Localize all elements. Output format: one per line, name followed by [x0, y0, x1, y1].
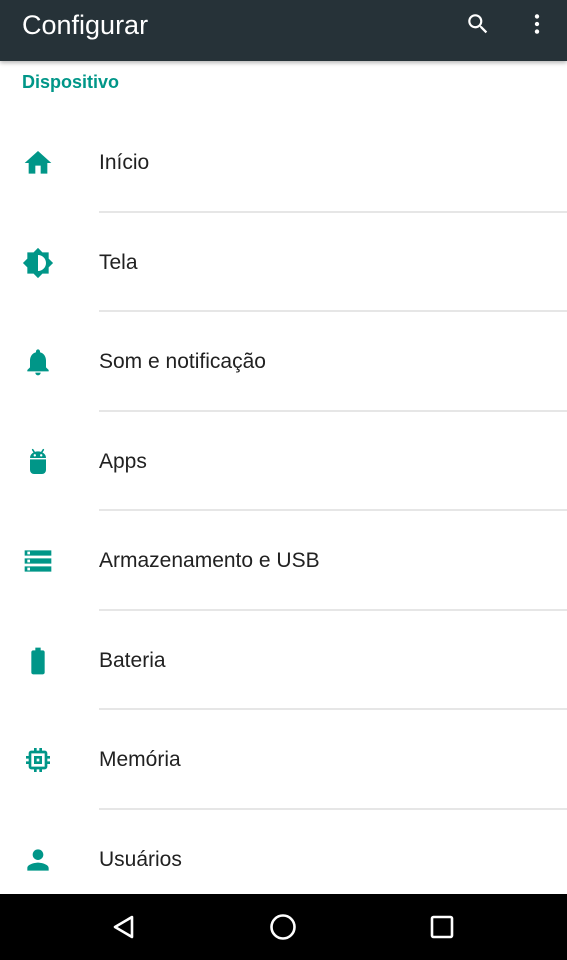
- settings-item-bateria[interactable]: Bateria: [0, 611, 567, 710]
- search-button[interactable]: [458, 6, 498, 42]
- storage-icon: [22, 545, 54, 577]
- home-circle-icon: [270, 914, 296, 940]
- search-icon: [468, 14, 488, 34]
- settings-item-label: Usuários: [99, 847, 182, 871]
- brightness-icon: [22, 247, 54, 279]
- settings-list: Início Tela Som e notificação Apps Armaz…: [0, 113, 567, 909]
- system-navigation-bar: [0, 894, 567, 960]
- android-icon: [22, 446, 54, 478]
- settings-item-label: Apps: [99, 449, 147, 473]
- settings-item-label: Bateria: [99, 648, 166, 672]
- more-options-button[interactable]: [517, 6, 557, 42]
- settings-item-label: Início: [99, 151, 150, 174]
- app-toolbar: Configurar: [0, 0, 567, 61]
- settings-item-som-notificacao[interactable]: Som e notificação: [0, 312, 567, 412]
- nav-recents-button[interactable]: [422, 907, 462, 947]
- section-header-dispositivo: Dispositivo: [22, 72, 120, 92]
- nav-home-button[interactable]: [263, 907, 303, 947]
- battery-icon: [22, 645, 54, 677]
- page-title: Configurar: [22, 10, 149, 40]
- settings-item-memoria[interactable]: Memória: [0, 710, 567, 810]
- settings-item-armazenamento-usb[interactable]: Armazenamento e USB: [0, 511, 567, 611]
- settings-item-tela[interactable]: Tela: [0, 213, 567, 312]
- nav-back-button[interactable]: [104, 907, 144, 947]
- settings-item-label: Armazenamento e USB: [99, 549, 320, 572]
- settings-item-label: Som e notificação: [99, 350, 266, 373]
- person-icon: [22, 844, 54, 876]
- settings-item-inicio[interactable]: Início: [0, 113, 567, 213]
- recents-square-icon: [430, 915, 454, 939]
- home-icon: [22, 147, 54, 179]
- back-triangle-icon: [113, 915, 134, 939]
- more-vert-icon: [534, 14, 540, 34]
- memory-icon: [22, 744, 54, 776]
- settings-item-label: Memória: [99, 748, 181, 771]
- bell-icon: [22, 346, 54, 378]
- settings-item-apps[interactable]: Apps: [0, 412, 567, 511]
- settings-item-label: Tela: [99, 250, 138, 274]
